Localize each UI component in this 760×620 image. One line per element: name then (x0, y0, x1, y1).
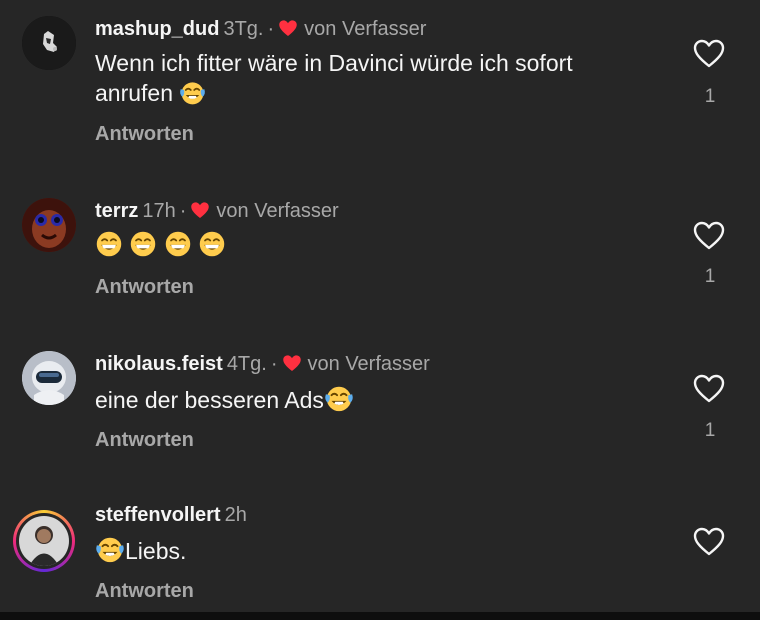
comment-meta: nikolaus.feist 4Tg. · von Verfasser (95, 352, 430, 376)
separator-dot: · (179, 200, 187, 222)
username[interactable]: mashup_dud (95, 18, 219, 40)
like-count: 1 (704, 86, 716, 107)
grinning-face-emoji-icon (129, 230, 157, 258)
heart-outline-icon[interactable] (693, 221, 725, 251)
timestamp: 2h (224, 504, 247, 526)
comment-meta: steffenvollert 2h (95, 503, 247, 527)
comment-meta: terrz 17h · von Verfasser (95, 199, 339, 223)
reply-button[interactable]: Antworten (95, 580, 194, 603)
comment-meta: mashup_dud 3Tg. · von Verfasser (95, 17, 426, 41)
heart-filled-icon (190, 201, 210, 220)
username[interactable]: nikolaus.feist (95, 353, 223, 375)
timestamp: 4Tg. (226, 353, 267, 375)
username[interactable]: terrz (95, 200, 138, 222)
comment-text-body: Wenn ich fitter wäre in Davinci würde ic… (95, 50, 573, 106)
comment-text-body: Liebs. (125, 538, 187, 564)
reply-button[interactable]: Antworten (95, 429, 194, 452)
separator-dot: · (267, 18, 275, 40)
heart-filled-icon (278, 19, 298, 38)
author-liked-label: von Verfasser (216, 200, 339, 222)
grinning-face-emoji-icon (198, 230, 226, 258)
reply-button[interactable]: Antworten (95, 276, 194, 299)
grinning-face-emoji-icon (95, 230, 123, 258)
bottom-bar (0, 612, 760, 620)
avatar[interactable] (22, 198, 76, 252)
comment-text-body: eine der besseren Ads (95, 387, 324, 413)
avatar (19, 516, 69, 566)
story-ring[interactable] (13, 510, 75, 572)
avatar[interactable] (22, 351, 76, 405)
tears-of-joy-emoji-icon (179, 79, 206, 106)
story-ring-inner (16, 513, 72, 569)
timestamp: 3Tg. (223, 18, 264, 40)
tears-of-joy-emoji-icon (324, 383, 354, 413)
comment-text: eine der besseren Ads (95, 383, 655, 415)
comment-text: Wenn ich fitter wäre in Davinci würde ic… (95, 48, 655, 108)
timestamp: 17h (142, 200, 176, 222)
username[interactable]: steffenvollert (95, 504, 221, 526)
like-count: 1 (704, 266, 716, 287)
comment-text: Liebs. (95, 534, 655, 566)
grinning-face-emoji-icon (164, 230, 192, 258)
author-liked-label: von Verfasser (307, 353, 430, 375)
heart-outline-icon[interactable] (693, 374, 725, 404)
like-count: 1 (704, 420, 716, 441)
heart-outline-icon[interactable] (693, 39, 725, 69)
heart-outline-icon[interactable] (693, 527, 725, 557)
avatar[interactable] (22, 16, 76, 70)
separator-dot: · (270, 353, 278, 375)
author-liked-label: von Verfasser (304, 18, 427, 40)
comment-text (95, 230, 655, 260)
reply-button[interactable]: Antworten (95, 123, 194, 146)
heart-filled-icon (282, 354, 302, 373)
tears-of-joy-emoji-icon (95, 534, 125, 564)
